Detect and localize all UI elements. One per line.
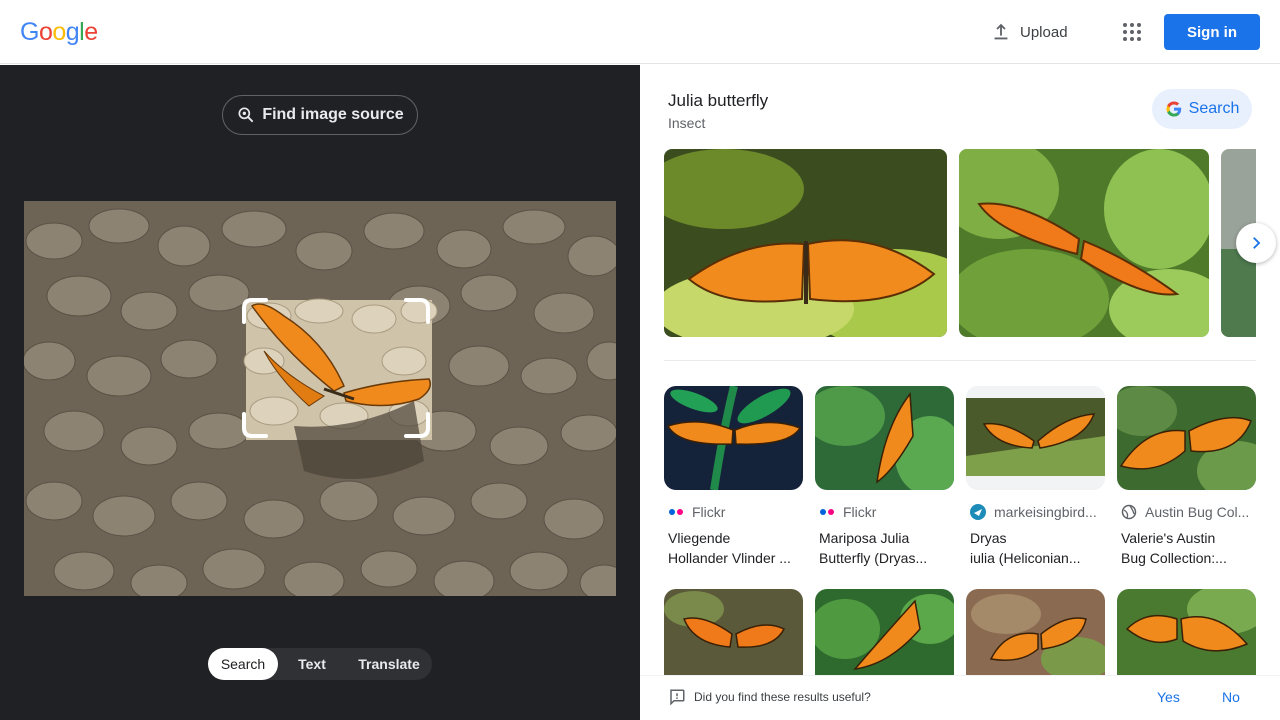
visual-match-card[interactable] xyxy=(664,589,803,679)
feedback-icon xyxy=(670,689,685,706)
visual-match-card[interactable]: markeisingbird... Dryas iulia (Heliconia… xyxy=(966,386,1105,568)
visual-match-card[interactable]: Flickr Vliegende Hollander Vlinder ... xyxy=(664,386,803,568)
upload-label: Upload xyxy=(1020,23,1068,41)
globe-icon xyxy=(1121,504,1137,520)
find-image-source-button[interactable]: Find image source xyxy=(222,95,418,135)
result-source: Flickr xyxy=(664,504,803,520)
result-title: Dryas iulia (Heliconian... xyxy=(970,530,1081,566)
flickr-icon xyxy=(668,504,684,520)
tab-text[interactable]: Text xyxy=(278,648,346,680)
visual-match-card[interactable]: Flickr Mariposa Julia Butterfly (Dryas..… xyxy=(815,386,954,568)
upload-button[interactable]: Upload xyxy=(990,18,1068,46)
result-thumbnail xyxy=(664,386,803,490)
carousel-next-button[interactable] xyxy=(1236,223,1276,263)
feedback-bar: Did you find these results useful? Yes N… xyxy=(640,675,1280,720)
upload-icon xyxy=(994,23,1008,40)
google-g-icon xyxy=(1166,101,1181,117)
find-source-label: Find image source xyxy=(262,106,404,123)
result-thumbnail xyxy=(1117,589,1256,679)
entity-image-2[interactable] xyxy=(959,149,1209,337)
result-thumbnail xyxy=(815,386,954,490)
feedback-question: Did you find these results useful? xyxy=(694,690,871,704)
feedback-no-button[interactable]: No xyxy=(1222,689,1240,705)
top-bar: Google Upload Sign in xyxy=(0,0,1280,64)
google-logo[interactable]: Google xyxy=(20,18,98,47)
results-panel: Julia butterfly Insect Search Flickr Vli… xyxy=(640,65,1280,720)
result-thumbnail xyxy=(966,386,1105,490)
result-source: Austin Bug Col... xyxy=(1117,504,1256,520)
entity-search-label: Search xyxy=(1188,100,1240,117)
sign-in-button[interactable]: Sign in xyxy=(1164,14,1260,50)
result-thumbnail xyxy=(1117,386,1256,490)
visual-match-card[interactable] xyxy=(1117,589,1256,679)
entity-subtitle: Insect xyxy=(668,115,706,131)
entity-title: Julia butterfly xyxy=(668,91,769,110)
visual-match-card[interactable]: Austin Bug Col... Valerie's Austin Bug C… xyxy=(1117,386,1256,568)
result-source: Flickr xyxy=(815,504,954,520)
apps-grid-icon[interactable] xyxy=(1120,20,1144,44)
result-title: Mariposa Julia Butterfly (Dryas... xyxy=(819,530,928,566)
tab-translate[interactable]: Translate xyxy=(346,648,432,680)
bird-icon xyxy=(970,504,986,520)
result-title: Vliegende Hollander Vlinder ... xyxy=(668,530,791,566)
entity-search-button[interactable]: Search xyxy=(1152,89,1252,129)
lens-image-panel: Find image source Search Text Translate xyxy=(0,65,640,720)
result-thumbnail xyxy=(664,589,803,679)
visual-match-card[interactable] xyxy=(815,589,954,679)
entity-image-1[interactable] xyxy=(664,149,947,337)
chevron-right-icon xyxy=(1253,237,1261,249)
flickr-icon xyxy=(819,504,835,520)
image-search-icon xyxy=(238,107,254,123)
result-title: Valerie's Austin Bug Collection:... xyxy=(1121,530,1227,566)
crop-selection-handles[interactable] xyxy=(242,298,430,438)
result-thumbnail xyxy=(815,589,954,679)
divider xyxy=(664,360,1256,361)
result-thumbnail xyxy=(966,589,1105,679)
visual-match-card[interactable] xyxy=(966,589,1105,679)
tab-search[interactable]: Search xyxy=(208,648,278,680)
lens-mode-tabs: Search Text Translate xyxy=(208,648,432,680)
result-source: markeisingbird... xyxy=(966,504,1105,520)
feedback-yes-button[interactable]: Yes xyxy=(1157,689,1180,705)
